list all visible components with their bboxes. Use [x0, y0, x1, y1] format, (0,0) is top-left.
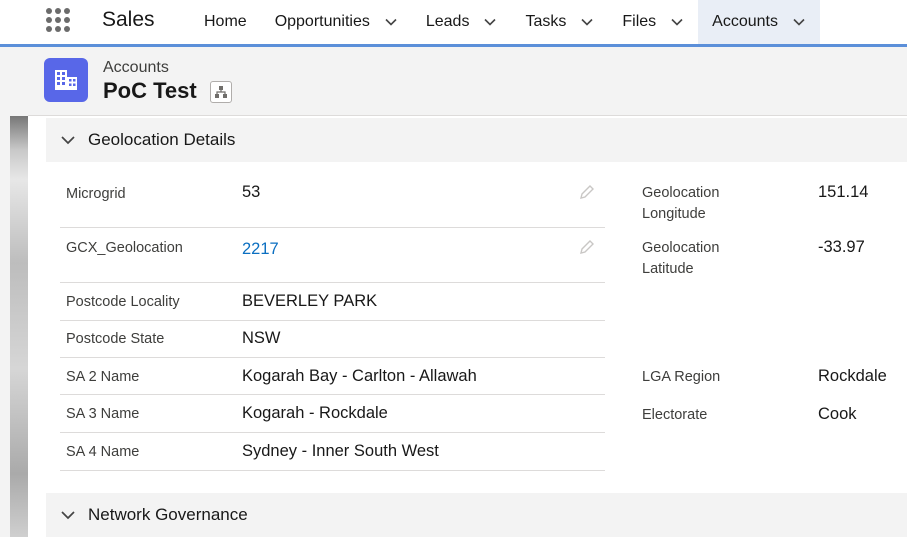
chevron-down-icon[interactable] [670, 15, 684, 29]
nav-item-accounts[interactable]: Accounts [698, 0, 820, 44]
field-label-geolocation-longitude: Geolocation Longitude [642, 185, 720, 222]
field-postcode-locality: Postcode Locality BEVERLEY PARK [60, 283, 605, 321]
field-sa3-name: SA 3 Name Kogarah - Rockdale [60, 395, 605, 433]
nav-item-files[interactable]: Files [608, 0, 698, 44]
background-image-strip [10, 116, 28, 537]
nav-item-opportunities[interactable]: Opportunities [261, 0, 412, 44]
nav-item-label: Home [204, 13, 247, 30]
nav-item-label: Opportunities [274, 13, 370, 30]
section-geolocation-details[interactable]: Geolocation Details [46, 118, 907, 162]
field-label-lga-region: LGA Region [642, 369, 721, 385]
nav-item-label: Files [622, 13, 657, 30]
field-sa2-name: SA 2 Name Kogarah Bay - Carlton - Allawa… [60, 358, 605, 395]
field-label: GCX_Geolocation [66, 240, 183, 256]
field-label: Microgrid [66, 186, 126, 202]
field-value: Sydney - Inner South West [242, 442, 439, 460]
app-name: Sales [102, 8, 155, 31]
field-value-geolocation-longitude: 151.14 [818, 183, 869, 201]
field-value: Kogarah - Rockdale [242, 404, 388, 422]
chevron-down-icon[interactable] [792, 15, 806, 29]
section-title: Network Governance [88, 505, 248, 524]
nav-item-label: Accounts [712, 13, 778, 30]
chevron-down-icon[interactable] [483, 15, 497, 29]
field-label: SA 2 Name [66, 369, 140, 385]
field-value-lga-region: Rockdale [818, 367, 887, 385]
field-microgrid: Microgrid 53 [60, 172, 605, 228]
chevron-down-icon [61, 511, 75, 520]
field-gcx-geolocation: GCX_Geolocation 2217 [60, 228, 605, 283]
field-label: SA 4 Name [66, 444, 140, 460]
nav-items: Home Opportunities Leads Tasks Files Acc… [190, 0, 820, 44]
hierarchy-icon [215, 86, 227, 98]
field-label-electorate: Electorate [642, 407, 708, 423]
account-building-icon [44, 58, 88, 102]
chevron-down-icon[interactable] [384, 15, 398, 29]
field-value-electorate: Cook [818, 405, 857, 423]
nav-item-tasks[interactable]: Tasks [511, 0, 608, 44]
gcx-geolocation-link[interactable]: 2217 [242, 239, 279, 260]
view-hierarchy-button[interactable] [210, 81, 232, 103]
field-value: Kogarah Bay - Carlton - Allawah [242, 367, 477, 385]
pencil-icon[interactable] [578, 183, 596, 201]
object-label: Accounts [103, 59, 169, 76]
field-label: SA 3 Name [66, 406, 140, 422]
field-label-geolocation-latitude: Geolocation Latitude [642, 240, 720, 277]
nav-item-label: Leads [425, 13, 470, 30]
field-postcode-state: Postcode State NSW [60, 321, 605, 358]
nav-item-label: Tasks [525, 13, 567, 30]
field-label: Postcode State [66, 331, 165, 347]
global-nav: Sales Home Opportunities Leads Tasks Fil… [0, 0, 907, 47]
record-name: PoC Test [103, 78, 197, 103]
record-header: Accounts PoC Test [28, 47, 907, 116]
field-value: BEVERLEY PARK [242, 292, 378, 310]
section-title: Geolocation Details [88, 130, 236, 149]
app-launcher-icon[interactable] [44, 6, 72, 34]
pencil-icon[interactable] [578, 238, 596, 256]
nav-item-home[interactable]: Home [190, 0, 261, 44]
field-label: Postcode Locality [66, 294, 180, 310]
nav-item-leads[interactable]: Leads [412, 0, 512, 44]
chevron-down-icon [61, 136, 75, 145]
field-value-geolocation-latitude: -33.97 [818, 238, 865, 256]
field-value: 53 [242, 183, 261, 201]
chevron-down-icon[interactable] [580, 15, 594, 29]
field-value: NSW [242, 329, 281, 347]
record-detail-card: Geolocation Details Microgrid 53 GCX_Geo… [28, 116, 907, 537]
section-network-governance[interactable]: Network Governance [46, 493, 907, 537]
field-sa4-name: SA 4 Name Sydney - Inner South West [60, 433, 605, 471]
